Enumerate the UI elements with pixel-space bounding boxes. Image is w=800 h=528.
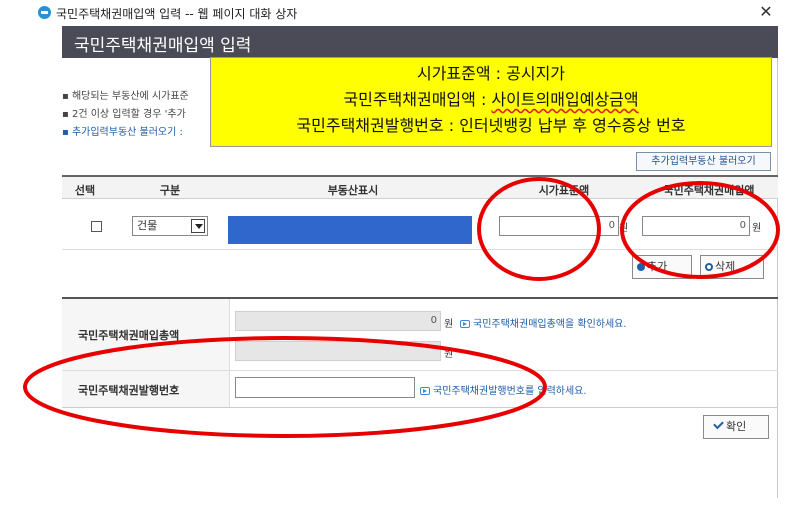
ie-window-icon	[38, 6, 51, 19]
dialog-title: 국민주택채권매입액 입력	[74, 36, 252, 56]
price-unit: 원	[619, 223, 629, 234]
row-select-checkbox[interactable]	[91, 221, 102, 232]
property-type-value: 건물	[137, 219, 158, 232]
table-header: 선택 구분 부동산표시 시가표준액 국민주택채권매입액	[62, 175, 778, 199]
total-amount-field: 0	[235, 311, 441, 331]
total-amount-label: 국민주택채권매입총액	[78, 329, 180, 342]
summary-bottom-rule	[62, 407, 778, 408]
summary-row-divider	[62, 370, 778, 371]
check-icon	[713, 418, 724, 430]
table-row: 건물 0 원 0 원	[62, 200, 778, 250]
callout-line-2: 국민주택채권매입액 : 사이트의매입예상금액	[211, 87, 771, 113]
chevron-down-icon[interactable]	[191, 219, 205, 233]
callout-line-2-emph: 사이트의매입예상금액	[491, 90, 639, 109]
add-label: 추가	[647, 260, 668, 273]
window-titlebar: 국민주택채권매입액 입력 -- 웹 페이지 대화 상자 ✕	[0, 0, 800, 26]
load-additional-property-button[interactable]: 추가입력부동산 불러오기	[636, 152, 771, 171]
confirm-label: 확인	[726, 420, 747, 433]
callout-line-2-prefix: 국민주택채권매입액 :	[343, 90, 492, 109]
bond-number-hint: 국민주택채권발행번호를 입력하세요.	[420, 382, 587, 397]
bond-number-input[interactable]	[235, 377, 415, 398]
col-header-select: 선택	[74, 184, 96, 197]
col-header-bond-amount: 국민주택채권매입액	[663, 184, 755, 197]
bond-number-hint-text: 국민주택채권발행번호를 입력하세요.	[433, 386, 587, 397]
arrow-right-icon	[460, 320, 470, 328]
confirm-button[interactable]: 확인	[703, 415, 769, 439]
close-icon[interactable]: ✕	[756, 2, 776, 22]
total-amount-unit-2: 원	[444, 349, 454, 360]
arrow-right-icon	[420, 387, 430, 395]
add-button[interactable]: 추가	[632, 255, 692, 279]
right-divider	[777, 58, 778, 498]
col-header-price: 시가표준액	[538, 184, 590, 197]
col-header-type: 구분	[159, 184, 181, 197]
standard-price-input[interactable]: 0	[499, 216, 619, 236]
property-address-field[interactable]	[228, 216, 472, 244]
callout-line-1: 시가표준액 : 공시지가	[416, 64, 566, 83]
annotation-callout: 시가표준액 : 공시지가 국민주택채권매입액 : 사이트의매입예상금액 국민주택…	[210, 57, 772, 147]
total-amount-hint: 국민주택채권매입총액을 확인하세요.	[460, 315, 627, 330]
total-amount-unit: 원	[444, 319, 454, 330]
col-header-property: 부동산표시	[327, 184, 379, 197]
window-title: 국민주택채권매입액 입력 -- 웹 페이지 대화 상자	[56, 7, 298, 21]
bond-purchase-input[interactable]: 0	[642, 216, 750, 236]
delete-button[interactable]: 삭제	[700, 255, 764, 279]
bond-unit: 원	[752, 223, 762, 234]
bond-number-label: 국민주택채권발행번호	[78, 384, 180, 397]
delete-icon	[705, 263, 713, 271]
total-amount-hint-text: 국민주택채권매입총액을 확인하세요.	[473, 319, 627, 330]
callout-line-3: 국민주택채권발행번호 : 인터넷뱅킹 납부 후 영수증상 번호	[296, 116, 686, 135]
add-icon	[637, 263, 645, 271]
dialog-header: 국민주택채권매입액 입력	[62, 26, 778, 58]
total-amount-field-2	[235, 341, 441, 361]
property-type-select[interactable]: 건물	[132, 216, 208, 236]
delete-label: 삭제	[715, 260, 736, 273]
